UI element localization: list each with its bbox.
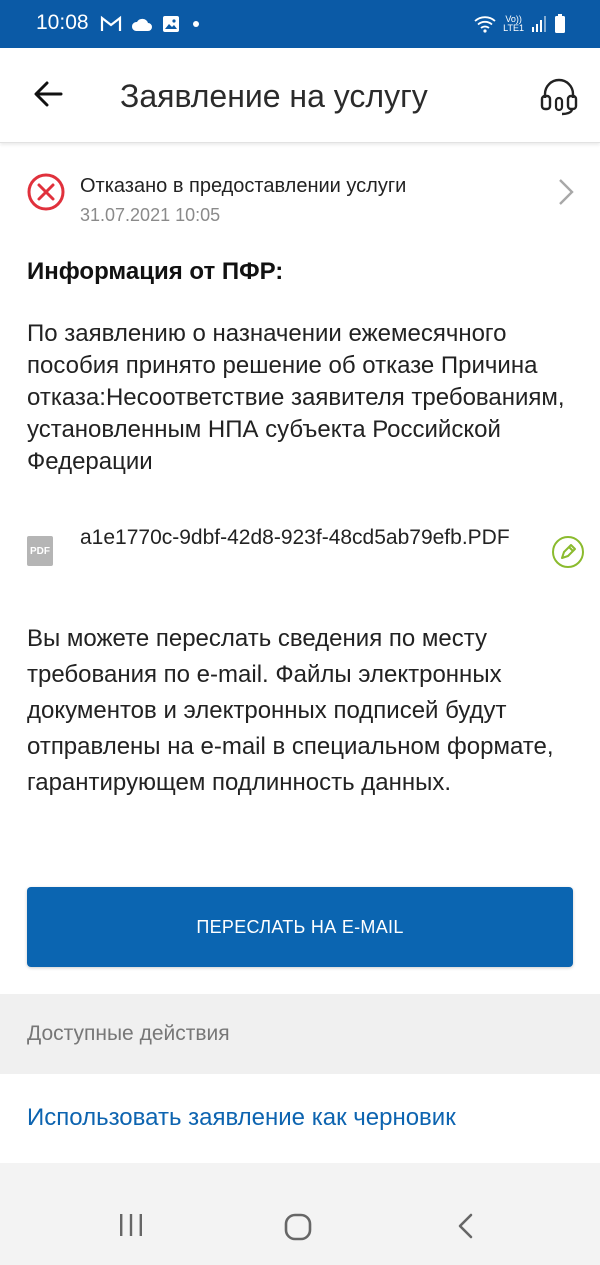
email-info-text: Вы можете переслать сведения по месту тр… bbox=[27, 625, 554, 796]
application-status-row[interactable]: Отказано в предоставлении услуги 31.07.2… bbox=[0, 160, 600, 236]
signature-pen-icon bbox=[552, 536, 584, 568]
wifi-icon bbox=[474, 16, 496, 33]
support-button[interactable] bbox=[534, 70, 584, 120]
signature-button[interactable] bbox=[548, 532, 588, 572]
attachment-file-name: a1e1770c-9dbf-42d8-923f-48cd5ab79efb.PDF bbox=[80, 526, 510, 549]
actions-header: Доступные действия bbox=[0, 994, 600, 1074]
send-email-button[interactable]: ПЕРЕСЛАТЬ НА E-MAIL bbox=[27, 887, 573, 967]
page-title: Заявление на услугу bbox=[120, 78, 428, 114]
error-circle-icon bbox=[27, 173, 65, 211]
info-body: По заявлению о назначении ежемесячного п… bbox=[27, 320, 565, 475]
gallery-icon bbox=[163, 16, 179, 32]
gmail-icon bbox=[100, 15, 122, 31]
info-heading: Информация от ПФР: bbox=[27, 258, 284, 285]
application-status-text: Отказано в предоставлении услуги bbox=[80, 175, 407, 197]
lte-bottom-label: LTE1 bbox=[503, 23, 524, 33]
chevron-right-icon bbox=[559, 179, 574, 205]
back-button[interactable] bbox=[24, 70, 72, 118]
actions-header-label: Доступные действия bbox=[27, 1022, 230, 1045]
cloud-icon bbox=[131, 18, 152, 31]
dot-icon bbox=[193, 21, 199, 27]
attachment-row[interactable]: PDF a1e1770c-9dbf-42d8-923f-48cd5ab79efb… bbox=[0, 520, 600, 584]
recents-icon[interactable] bbox=[118, 1213, 144, 1237]
status-bar: 10:08 Vo)) LTE1 bbox=[0, 0, 600, 48]
application-status-date: 31.07.2021 10:05 bbox=[80, 205, 221, 225]
system-nav-bar bbox=[0, 1163, 600, 1265]
use-as-draft-link[interactable]: Использовать заявление как черновик bbox=[27, 1104, 456, 1132]
pdf-icon: PDF bbox=[27, 536, 53, 566]
app-bar: Заявление на услугу bbox=[0, 48, 600, 143]
home-icon[interactable] bbox=[284, 1213, 312, 1241]
system-icons: Vo)) LTE1 bbox=[474, 12, 566, 36]
back-arrow-icon bbox=[34, 81, 63, 107]
battery-icon bbox=[555, 14, 565, 33]
headset-icon bbox=[540, 78, 578, 116]
status-time: 10:08 bbox=[36, 11, 89, 34]
lte-indicator: Vo)) LTE1 bbox=[503, 15, 524, 33]
signal-icon bbox=[532, 16, 546, 32]
nav-back-icon[interactable] bbox=[456, 1213, 474, 1239]
notification-icons bbox=[100, 12, 203, 36]
